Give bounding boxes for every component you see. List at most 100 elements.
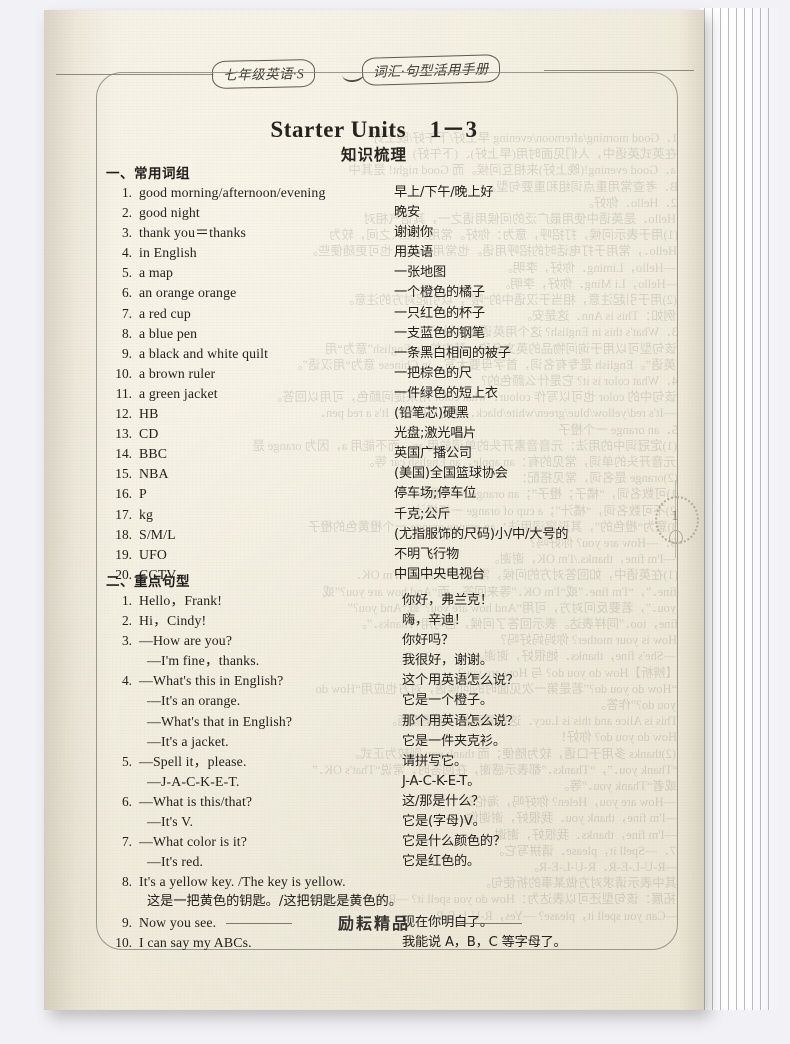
entry-row: 16. P 停车场;停车位 bbox=[106, 484, 616, 504]
entry-chinese: 一把棕色的尺 bbox=[394, 365, 472, 381]
entry-number: 3. bbox=[121, 633, 132, 649]
screenshot-root: 1．Good morning/afternoon/evening 早上好/下午好… bbox=[0, 0, 790, 1044]
entry-english: HB bbox=[139, 406, 159, 422]
entry-english: —It's red. bbox=[147, 854, 204, 870]
entry-number: 18. bbox=[115, 526, 132, 542]
running-head-left-label: 七年级英语·S bbox=[211, 58, 316, 90]
entry-row: 2. Hi，Cindy! 嗨，辛迪！ bbox=[106, 611, 616, 631]
entry-chinese: 不明飞行物 bbox=[394, 546, 459, 562]
brand-rule-left bbox=[226, 923, 292, 924]
entry-number: 16. bbox=[115, 486, 132, 502]
entry-chinese: 一条黑白相间的被子 bbox=[394, 345, 511, 361]
entry-row: 10. a brown ruler 一把棕色的尺 bbox=[106, 364, 616, 384]
section-heading: 二、重点句型 bbox=[106, 574, 190, 590]
entry-english: —What color is it? bbox=[139, 834, 248, 850]
book-page: 1．Good morning/afternoon/evening 早上好/下午好… bbox=[44, 10, 704, 1010]
running-head-rule-left bbox=[56, 74, 214, 75]
entry-row: —It's a jacket. 它是一件夹克衫。 bbox=[106, 732, 616, 752]
entry-number: 3. bbox=[121, 225, 132, 241]
entry-english: —J-A-C-K-E-T. bbox=[147, 773, 240, 789]
brand-text: 励耘精品 bbox=[337, 914, 410, 933]
entry-row: 12. HB (铅笔芯)硬黑 bbox=[106, 404, 616, 424]
entry-number: 17. bbox=[115, 506, 132, 522]
page-edge-stack bbox=[700, 8, 778, 1010]
entry-number: 6. bbox=[121, 793, 132, 809]
entry-number: 4. bbox=[121, 245, 132, 261]
entry-english: S/M/L bbox=[139, 526, 176, 542]
entry-number: 1. bbox=[121, 593, 132, 608]
entry-chinese: 晚安 bbox=[394, 205, 420, 221]
entry-chinese: 这/那是什么？ bbox=[402, 793, 485, 809]
entry-row: —I'm fine，thanks. 我很好，谢谢。 bbox=[106, 651, 616, 671]
entry-row: 13. CD 光盘;激光唱片 bbox=[106, 424, 616, 444]
entry-number: 2. bbox=[121, 205, 132, 221]
entry-row: —What's that in English? 那个用英语怎么说？ bbox=[106, 712, 616, 732]
entry-row: 1. Hello，Frank! 你好，弗兰克！ bbox=[106, 591, 616, 611]
entry-number: 6. bbox=[121, 285, 132, 301]
footer-brand: 励耘精品 bbox=[44, 910, 704, 936]
entry-number: 12. bbox=[115, 406, 132, 422]
entry-english: good morning/afternoon/evening bbox=[139, 185, 326, 200]
entry-chinese: 停车场;停车位 bbox=[394, 486, 477, 502]
entry-number: 11. bbox=[115, 385, 132, 401]
entry-number: 15. bbox=[115, 466, 132, 482]
entry-number: 10. bbox=[115, 365, 132, 381]
entry-number: 7. bbox=[121, 305, 132, 321]
entry-english: an orange orange bbox=[139, 285, 237, 301]
entry-row: 3. —How are you? 你好吗？ bbox=[106, 631, 616, 651]
entry-row: 18. S/M/L (尤指服饰的尺码)小/中/大号的 bbox=[106, 525, 616, 545]
entry-english: —What's that in English? bbox=[147, 713, 293, 729]
entry-chinese: 光盘;激光唱片 bbox=[394, 426, 477, 442]
entry-english: —What's this in English? bbox=[139, 673, 284, 689]
entry-english: It's a yellow key. /The key is yellow. bbox=[139, 874, 346, 890]
entry-row: 1. good morning/afternoon/evening 早上/下午/晚上… bbox=[106, 183, 616, 203]
entry-chinese: 你好吗？ bbox=[402, 633, 454, 649]
entry-english: NBA bbox=[139, 466, 169, 482]
entry-chinese: 那个用英语怎么说？ bbox=[402, 713, 519, 729]
entry-chinese: 它是一件夹克衫。 bbox=[402, 733, 506, 749]
entry-chinese: (美国)全国篮球协会 bbox=[394, 466, 508, 482]
entry-number: 4. bbox=[121, 673, 132, 689]
entry-row: 6. an orange orange 一个橙色的橘子 bbox=[106, 283, 616, 303]
entry-english: UFO bbox=[139, 546, 168, 562]
entry-english: a map bbox=[139, 265, 174, 281]
section-2: 二、重点句型 1. Hello，Frank! 你好，弗兰克！ 2. Hi，Cindy! 嗨，… bbox=[106, 570, 616, 953]
brand-rule-right bbox=[456, 923, 522, 924]
entry-chinese: 用英语 bbox=[394, 245, 433, 261]
entry-row: 5. —Spell it，please. 请拼写它。 bbox=[106, 752, 616, 772]
entry-row: 11. a green jacket 一件绿色的短上衣 bbox=[106, 384, 616, 404]
entry-row: 5. a map 一张地图 bbox=[106, 263, 616, 283]
entry-chinese: 谢谢你 bbox=[394, 225, 433, 241]
entry-english: Hi，Cindy! bbox=[139, 613, 207, 629]
entry-english: —It's V. bbox=[147, 814, 194, 830]
entry-english: kg bbox=[139, 506, 154, 522]
entry-english: —Spell it，please. bbox=[139, 753, 247, 769]
entry-row: 8. It's a yellow key. /The key is yellow. bbox=[106, 872, 616, 892]
entry-chinese: (铅笔芯)硬黑 bbox=[394, 406, 469, 422]
running-head: 七年级英语·S 词汇·句型活用手册 bbox=[44, 44, 704, 92]
entry-chinese: 一张地图 bbox=[394, 265, 446, 281]
entry-chinese: 它是(字母)V。 bbox=[402, 814, 486, 830]
entry-number: 7. bbox=[121, 834, 132, 850]
entry-row: 6. —What is this/that? 这/那是什么？ bbox=[106, 792, 616, 812]
section-1: 一、常用词组 1. good morning/afternoon/evening 早上… bbox=[106, 162, 616, 585]
entry-chinese: (尤指服饰的尺码)小/中/大号的 bbox=[394, 526, 569, 542]
entry-chinese: 它是一个橙子。 bbox=[402, 693, 493, 709]
entry-english: in English bbox=[139, 245, 197, 261]
entry-chinese: 我很好，谢谢。 bbox=[402, 653, 493, 669]
entry-english: BBC bbox=[139, 446, 168, 462]
page-title: Starter Units 1－3 bbox=[270, 117, 478, 142]
entry-row: 7. a red cup 一只红色的杯子 bbox=[106, 304, 616, 324]
entry-english: good night bbox=[139, 205, 200, 221]
entry-number: 5. bbox=[121, 265, 132, 281]
entry-row: 17. kg 千克;公斤 bbox=[106, 505, 616, 525]
entry-chinese: 这个用英语怎么说？ bbox=[402, 673, 519, 689]
running-head-rule-right bbox=[544, 70, 694, 71]
entry-english: P bbox=[139, 486, 147, 502]
entry-chinese: J-A-C-K-E-T。 bbox=[402, 773, 481, 789]
entry-row: —It's an orange. 它是一个橙子。 bbox=[106, 691, 616, 711]
entry-number: 5. bbox=[121, 753, 132, 769]
entry-number: 8. bbox=[121, 325, 132, 341]
entry-english: —It's a jacket. bbox=[147, 733, 229, 749]
entry-row: 19. UFO 不明飞行物 bbox=[106, 545, 616, 565]
